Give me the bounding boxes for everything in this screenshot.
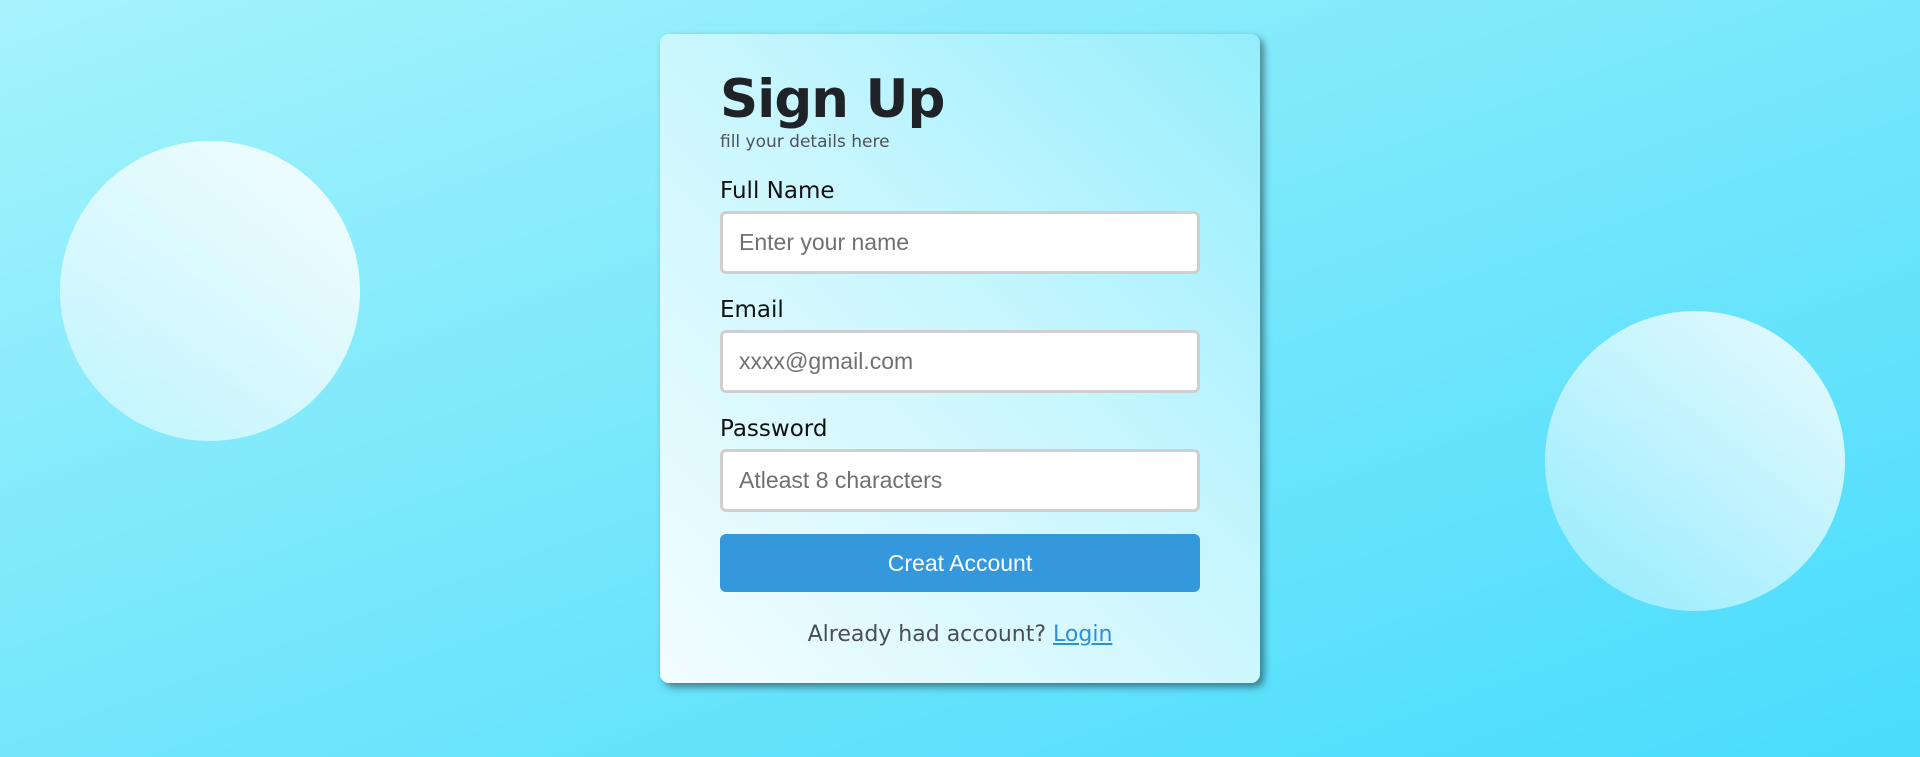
full-name-input[interactable] [720, 211, 1200, 274]
login-link[interactable]: Login [1053, 622, 1112, 647]
form-title: Sign Up [720, 69, 945, 130]
decorative-circle-left [60, 141, 360, 441]
email-input[interactable] [720, 330, 1200, 393]
password-label: Password [720, 416, 828, 442]
password-input[interactable] [720, 449, 1200, 512]
full-name-label: Full Name [720, 178, 835, 204]
decorative-circle-right [1545, 311, 1845, 611]
signup-card: Sign Up fill your details here Full Name… [660, 34, 1260, 683]
login-prompt-text: Already had account? [807, 622, 1047, 647]
login-prompt: Already had account? Login [720, 622, 1200, 647]
form-subtitle: fill your details here [720, 132, 890, 152]
create-account-button[interactable]: Creat Account [720, 534, 1200, 592]
email-label: Email [720, 297, 784, 323]
